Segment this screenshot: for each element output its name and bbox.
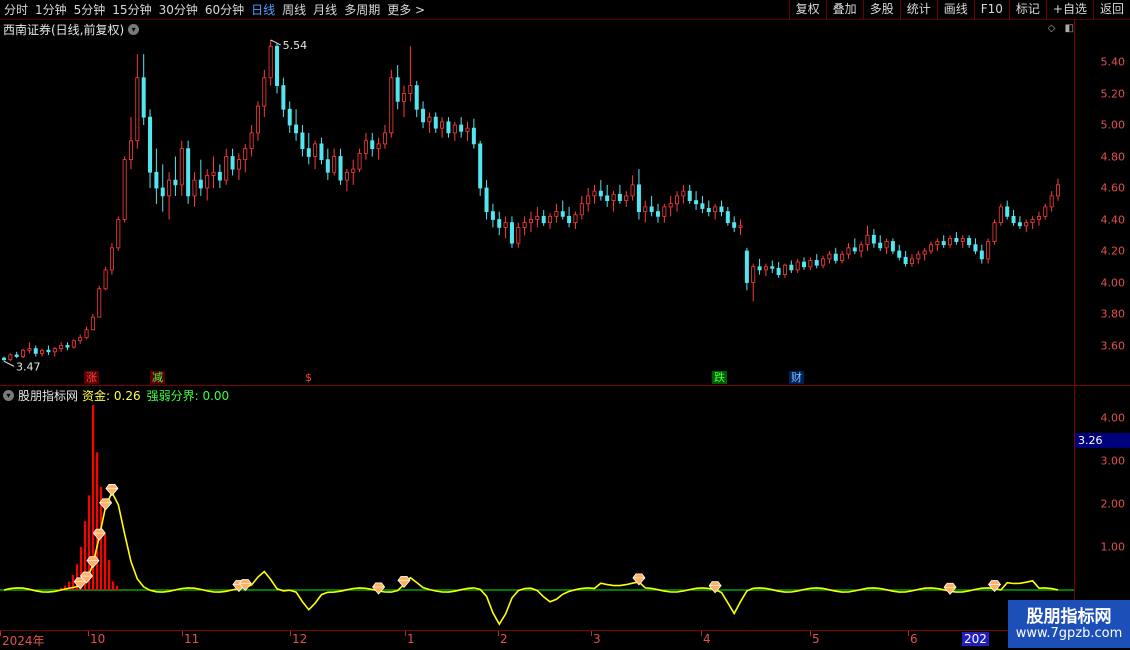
date-label: 12 xyxy=(292,632,308,646)
date-label: 4 xyxy=(703,632,711,646)
indicator-axis-label: 4.00 xyxy=(1100,411,1126,425)
indicator-axis-label: 3.00 xyxy=(1100,454,1126,468)
price-axis-label: 3.80 xyxy=(1100,307,1126,321)
price-axis-label: 4.60 xyxy=(1100,181,1126,195)
money-bar xyxy=(108,559,111,590)
date-label: 3 xyxy=(593,632,601,646)
toolbar-button[interactable]: 返回 xyxy=(1092,0,1130,20)
money-line xyxy=(3,490,1059,626)
date-tick xyxy=(182,631,183,636)
date-label: 2024年 xyxy=(2,634,45,648)
price-axis-line xyxy=(1074,20,1075,630)
diamond-icon xyxy=(397,575,411,588)
money-bar xyxy=(96,452,99,590)
diamond-icon xyxy=(92,528,106,541)
date-tick xyxy=(88,631,89,636)
date-label: 10 xyxy=(90,632,106,646)
date-label: 5 xyxy=(812,632,820,646)
date-tick xyxy=(591,631,592,636)
date-label: 6 xyxy=(910,632,918,646)
money-bar xyxy=(116,585,119,590)
indicator-axis-label: 2.00 xyxy=(1100,497,1126,511)
indicator-axis-label: 1.00 xyxy=(1100,540,1126,554)
price-axis-label: 3.60 xyxy=(1100,339,1126,352)
date-label: 1 xyxy=(407,632,415,646)
money-bar xyxy=(104,534,107,590)
price-axis-label: 5.40 xyxy=(1100,55,1126,69)
watermark-title: 股朋指标网 xyxy=(1026,607,1112,627)
price-axis-label: 4.40 xyxy=(1100,213,1126,226)
diamond-icon xyxy=(105,484,119,497)
price-axis-label: 5.00 xyxy=(1100,118,1126,132)
date-tick xyxy=(908,631,909,636)
date-tick xyxy=(810,631,811,636)
money-bar xyxy=(112,581,115,590)
date-label: 11 xyxy=(184,632,200,646)
indicator-chart[interactable] xyxy=(0,0,1074,650)
price-axis-label: 5.20 xyxy=(1100,87,1126,100)
date-label: 2 xyxy=(500,632,508,646)
date-tick xyxy=(0,631,1,636)
watermark-url: www.7gpzb.com xyxy=(1015,626,1123,641)
price-axis-label: 4.80 xyxy=(1100,150,1126,163)
stock-chart-window: 分时 1分钟 5分钟 15分钟 30分钟 60分钟 日线 周线 月线 多周期 更多 > 复权 叠加 多股… xyxy=(0,0,1130,650)
current-value-tag: 3.26 xyxy=(1075,433,1130,448)
price-axis-label: 4.20 xyxy=(1100,244,1126,258)
price-axis-label: 4.00 xyxy=(1100,276,1126,289)
date-tick xyxy=(405,631,406,636)
date-tick xyxy=(290,631,291,636)
date-tick xyxy=(701,631,702,636)
watermark: 股朋指标网 www.7gpzb.com xyxy=(1008,600,1130,648)
date-axis: 2024年 10 11 12 1 2 3 4 5 6 202 xyxy=(0,630,1130,650)
date-cursor-label: 202 xyxy=(962,632,989,646)
date-tick xyxy=(498,631,499,636)
